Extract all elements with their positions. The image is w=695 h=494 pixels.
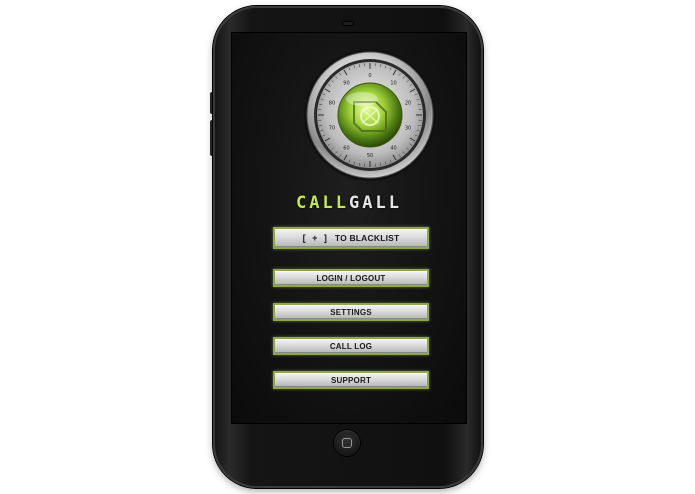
support-label: SUPPORT	[330, 375, 372, 385]
login-logout-label: LOGIN / LOGOUT	[316, 273, 386, 283]
home-square-icon	[342, 438, 352, 448]
dial-tick-label: 90	[343, 81, 349, 87]
dial-tick-label: 30	[405, 125, 411, 131]
call-log-label: CALL LOG	[329, 341, 373, 351]
add-to-blacklist-label: TO BLACKLIST	[334, 233, 400, 243]
logo-part-gall: GALL	[349, 193, 402, 213]
logo-part-call: CALL	[296, 193, 349, 213]
support-button[interactable]: SUPPORT	[273, 371, 429, 389]
app-logo: CALLGALL	[232, 193, 466, 213]
phone-screen: 10 20 30 40 50 60 70 80 90 0 CALLGALL [ + ] TO BL…	[231, 32, 467, 424]
dial-tick-label: 60	[343, 145, 349, 151]
dial-tick-label: 80	[329, 101, 335, 107]
settings-label: SETTINGS	[330, 307, 372, 317]
home-button[interactable]	[334, 430, 360, 456]
dial-tick-label: 20	[405, 101, 411, 107]
add-to-blacklist-button[interactable]: [ + ] TO BLACKLIST	[273, 227, 429, 249]
phone-speaker	[343, 22, 353, 25]
phone-device: 10 20 30 40 50 60 70 80 90 0 CALLGALL [ + ] TO BL…	[213, 6, 483, 488]
dial-tick-label: 70	[329, 125, 335, 131]
dial-tick-label: 10	[390, 81, 396, 87]
stage: 10 20 30 40 50 60 70 80 90 0 CALLGALL [ + ] TO BL…	[0, 0, 695, 494]
plus-icon: [ + ]	[302, 233, 329, 243]
dial-tick-label: 40	[390, 145, 396, 151]
safe-dial-icon: 10 20 30 40 50 60 70 80 90 0	[304, 49, 436, 181]
settings-button[interactable]: SETTINGS	[273, 303, 429, 321]
dial-tick-label: 0	[368, 73, 371, 79]
call-log-button[interactable]: CALL LOG	[273, 337, 429, 355]
dial-tick-label: 50	[367, 153, 373, 159]
login-logout-button[interactable]: LOGIN / LOGOUT	[273, 269, 429, 287]
